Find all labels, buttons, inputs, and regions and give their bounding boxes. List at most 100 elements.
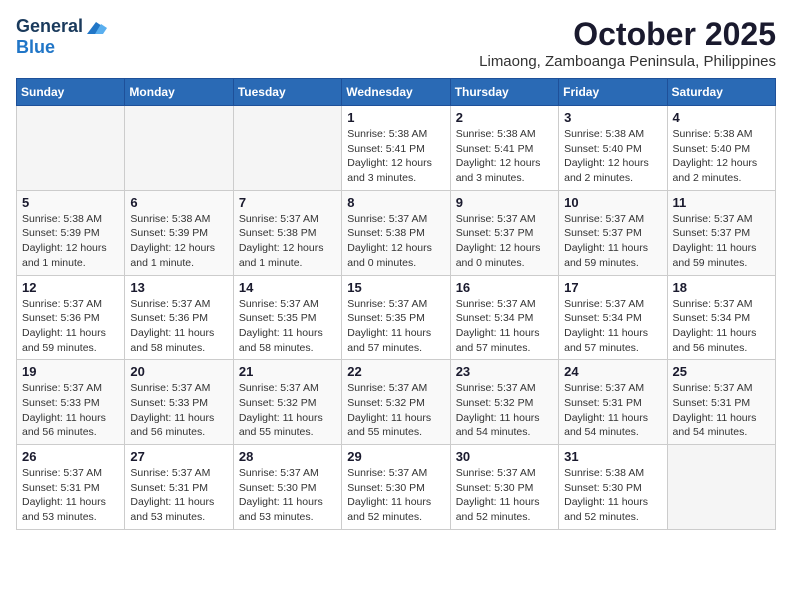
day-number: 29 bbox=[347, 449, 444, 464]
day-info: Sunrise: 5:37 AMSunset: 5:33 PMDaylight:… bbox=[22, 381, 119, 440]
day-info: Sunrise: 5:38 AMSunset: 5:41 PMDaylight:… bbox=[347, 127, 444, 186]
day-cell: 24 Sunrise: 5:37 AMSunset: 5:31 PMDayligh… bbox=[559, 360, 667, 445]
day-info: Sunrise: 5:37 AMSunset: 5:32 PMDaylight:… bbox=[239, 381, 336, 440]
day-number: 10 bbox=[564, 195, 661, 210]
day-number: 6 bbox=[130, 195, 227, 210]
day-number: 20 bbox=[130, 364, 227, 379]
day-cell: 23 Sunrise: 5:37 AMSunset: 5:32 PMDayligh… bbox=[450, 360, 558, 445]
page-header: General Blue October 2025 Limaong, Zambo… bbox=[16, 16, 776, 70]
day-number: 23 bbox=[456, 364, 553, 379]
day-number: 2 bbox=[456, 110, 553, 125]
day-cell: 31 Sunrise: 5:38 AMSunset: 5:30 PMDayligh… bbox=[559, 445, 667, 530]
day-info: Sunrise: 5:37 AMSunset: 5:31 PMDaylight:… bbox=[673, 381, 770, 440]
day-cell: 21 Sunrise: 5:37 AMSunset: 5:32 PMDayligh… bbox=[233, 360, 341, 445]
day-cell: 2 Sunrise: 5:38 AMSunset: 5:41 PMDaylight… bbox=[450, 106, 558, 191]
day-number: 25 bbox=[673, 364, 770, 379]
day-cell: 14 Sunrise: 5:37 AMSunset: 5:35 PMDayligh… bbox=[233, 275, 341, 360]
week-row-3: 12Sunrise: 5:37 AMSunset: 5:36 PMDayligh… bbox=[17, 275, 776, 360]
day-number: 14 bbox=[239, 280, 336, 295]
day-info: Sunrise: 5:37 AMSunset: 5:33 PMDaylight:… bbox=[130, 381, 227, 440]
day-number: 5 bbox=[22, 195, 119, 210]
calendar-body: 1 Sunrise: 5:38 AMSunset: 5:41 PMDaylight… bbox=[17, 106, 776, 530]
day-cell bbox=[667, 445, 775, 530]
day-number: 16 bbox=[456, 280, 553, 295]
header-row: Sunday Monday Tuesday Wednesday Thursday… bbox=[17, 79, 776, 106]
day-cell: 11 Sunrise: 5:37 AMSunset: 5:37 PMDayligh… bbox=[667, 190, 775, 275]
day-cell: 15Sunrise: 5:37 AMSunset: 5:35 PMDayligh… bbox=[342, 275, 450, 360]
day-cell: 18 Sunrise: 5:37 AMSunset: 5:34 PMDayligh… bbox=[667, 275, 775, 360]
day-number: 21 bbox=[239, 364, 336, 379]
day-cell: 20 Sunrise: 5:37 AMSunset: 5:33 PMDayligh… bbox=[125, 360, 233, 445]
day-number: 30 bbox=[456, 449, 553, 464]
day-cell: 27Sunrise: 5:37 AMSunset: 5:31 PMDayligh… bbox=[125, 445, 233, 530]
day-cell: 16 Sunrise: 5:37 AMSunset: 5:34 PMDayligh… bbox=[450, 275, 558, 360]
day-number: 24 bbox=[564, 364, 661, 379]
day-cell: 29 Sunrise: 5:37 AMSunset: 5:30 PMDayligh… bbox=[342, 445, 450, 530]
day-info: Sunrise: 5:37 AMSunset: 5:34 PMDaylight:… bbox=[456, 297, 553, 356]
col-saturday: Saturday bbox=[667, 79, 775, 106]
day-number: 26 bbox=[22, 449, 119, 464]
day-number: 19 bbox=[22, 364, 119, 379]
day-cell bbox=[233, 106, 341, 191]
day-cell: 4 Sunrise: 5:38 AMSunset: 5:40 PMDaylight… bbox=[667, 106, 775, 191]
day-cell: 19 Sunrise: 5:37 AMSunset: 5:33 PMDayligh… bbox=[17, 360, 125, 445]
day-info: Sunrise: 5:37 AMSunset: 5:37 PMDaylight:… bbox=[564, 212, 661, 271]
day-cell: 25 Sunrise: 5:37 AMSunset: 5:31 PMDayligh… bbox=[667, 360, 775, 445]
day-info: Sunrise: 5:37 AMSunset: 5:32 PMDaylight:… bbox=[456, 381, 553, 440]
col-wednesday: Wednesday bbox=[342, 79, 450, 106]
week-row-1: 1 Sunrise: 5:38 AMSunset: 5:41 PMDaylight… bbox=[17, 106, 776, 191]
day-cell bbox=[17, 106, 125, 191]
day-cell: 6Sunrise: 5:38 AMSunset: 5:39 PMDaylight… bbox=[125, 190, 233, 275]
day-number: 15 bbox=[347, 280, 444, 295]
location-title: Limaong, Zamboanga Peninsula, Philippine… bbox=[479, 53, 776, 70]
day-cell: 22Sunrise: 5:37 AMSunset: 5:32 PMDayligh… bbox=[342, 360, 450, 445]
col-monday: Monday bbox=[125, 79, 233, 106]
day-number: 17 bbox=[564, 280, 661, 295]
day-cell: 13 Sunrise: 5:37 AMSunset: 5:36 PMDayligh… bbox=[125, 275, 233, 360]
day-number: 1 bbox=[347, 110, 444, 125]
week-row-5: 26 Sunrise: 5:37 AMSunset: 5:31 PMDayligh… bbox=[17, 445, 776, 530]
day-number: 28 bbox=[239, 449, 336, 464]
day-info: Sunrise: 5:37 AMSunset: 5:30 PMDaylight:… bbox=[239, 466, 336, 525]
day-cell: 8Sunrise: 5:37 AMSunset: 5:38 PMDaylight… bbox=[342, 190, 450, 275]
day-info: Sunrise: 5:37 AMSunset: 5:34 PMDaylight:… bbox=[673, 297, 770, 356]
day-number: 11 bbox=[673, 195, 770, 210]
day-cell: 7Sunrise: 5:37 AMSunset: 5:38 PMDaylight… bbox=[233, 190, 341, 275]
day-number: 4 bbox=[673, 110, 770, 125]
day-info: Sunrise: 5:37 AMSunset: 5:31 PMDaylight:… bbox=[22, 466, 119, 525]
day-info: Sunrise: 5:38 AMSunset: 5:30 PMDaylight:… bbox=[564, 466, 661, 525]
logo-blue-text: Blue bbox=[16, 37, 55, 58]
day-info: Sunrise: 5:37 AMSunset: 5:37 PMDaylight:… bbox=[456, 212, 553, 271]
day-info: Sunrise: 5:37 AMSunset: 5:32 PMDaylight:… bbox=[347, 381, 444, 440]
day-cell: 12Sunrise: 5:37 AMSunset: 5:36 PMDayligh… bbox=[17, 275, 125, 360]
day-cell: 26 Sunrise: 5:37 AMSunset: 5:31 PMDayligh… bbox=[17, 445, 125, 530]
day-info: Sunrise: 5:37 AMSunset: 5:36 PMDaylight:… bbox=[130, 297, 227, 356]
calendar-header: Sunday Monday Tuesday Wednesday Thursday… bbox=[17, 79, 776, 106]
day-cell: 28 Sunrise: 5:37 AMSunset: 5:30 PMDayligh… bbox=[233, 445, 341, 530]
day-number: 9 bbox=[456, 195, 553, 210]
month-title: October 2025 bbox=[479, 16, 776, 53]
day-cell: 3 Sunrise: 5:38 AMSunset: 5:40 PMDaylight… bbox=[559, 106, 667, 191]
day-info: Sunrise: 5:37 AMSunset: 5:37 PMDaylight:… bbox=[673, 212, 770, 271]
day-info: Sunrise: 5:38 AMSunset: 5:40 PMDaylight:… bbox=[564, 127, 661, 186]
day-number: 13 bbox=[130, 280, 227, 295]
day-info: Sunrise: 5:37 AMSunset: 5:31 PMDaylight:… bbox=[564, 381, 661, 440]
day-info: Sunrise: 5:37 AMSunset: 5:30 PMDaylight:… bbox=[347, 466, 444, 525]
week-row-4: 19 Sunrise: 5:37 AMSunset: 5:33 PMDayligh… bbox=[17, 360, 776, 445]
logo-general-text: General bbox=[16, 16, 83, 37]
day-number: 18 bbox=[673, 280, 770, 295]
day-number: 31 bbox=[564, 449, 661, 464]
logo-icon bbox=[85, 20, 107, 36]
day-info: Sunrise: 5:37 AMSunset: 5:35 PMDaylight:… bbox=[239, 297, 336, 356]
day-info: Sunrise: 5:37 AMSunset: 5:31 PMDaylight:… bbox=[130, 466, 227, 525]
day-cell: 17 Sunrise: 5:37 AMSunset: 5:34 PMDayligh… bbox=[559, 275, 667, 360]
day-info: Sunrise: 5:37 AMSunset: 5:34 PMDaylight:… bbox=[564, 297, 661, 356]
day-number: 3 bbox=[564, 110, 661, 125]
day-cell: 30Sunrise: 5:37 AMSunset: 5:30 PMDayligh… bbox=[450, 445, 558, 530]
day-number: 7 bbox=[239, 195, 336, 210]
day-cell: 10 Sunrise: 5:37 AMSunset: 5:37 PMDayligh… bbox=[559, 190, 667, 275]
day-number: 8 bbox=[347, 195, 444, 210]
day-info: Sunrise: 5:38 AMSunset: 5:40 PMDaylight:… bbox=[673, 127, 770, 186]
day-info: Sunrise: 5:38 AMSunset: 5:41 PMDaylight:… bbox=[456, 127, 553, 186]
logo: General Blue bbox=[16, 16, 107, 58]
